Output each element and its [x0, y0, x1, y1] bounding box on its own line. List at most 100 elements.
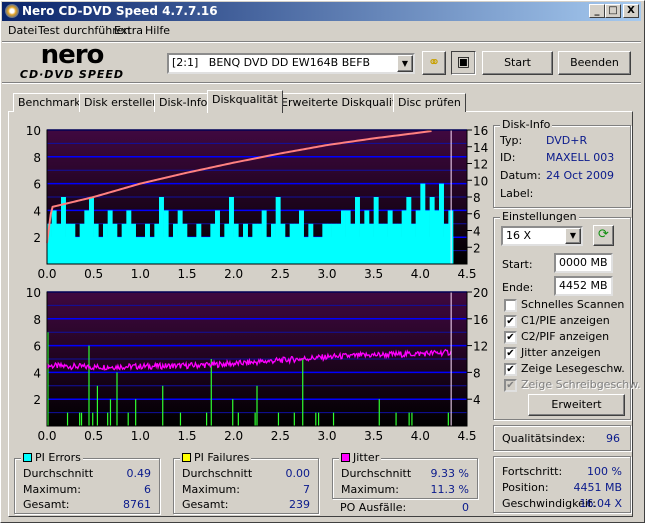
speed-select-value: 16 X	[506, 229, 532, 242]
eject-button[interactable]: ⚭	[422, 51, 446, 75]
y2-tick-label: 6	[473, 208, 481, 222]
y2-tick-label: 8	[473, 191, 481, 205]
checkbox[interactable]: ✔	[504, 363, 517, 376]
y-tick-label: 8	[33, 313, 41, 327]
speed-select[interactable]: 16 X ▼	[501, 226, 583, 246]
pif-total-value: 239	[289, 498, 310, 511]
quality-group: Qualitätsindex: 96	[493, 425, 631, 451]
maximize-button[interactable]: □	[605, 4, 621, 18]
id-value: MAXELL 003	[546, 151, 615, 164]
quality-label: Qualitätsindex:	[502, 432, 586, 445]
nero-logo: nero CD·DVD SPEED	[19, 40, 125, 81]
pi-error-bar	[359, 237, 365, 264]
pi-error-bar	[401, 237, 407, 264]
x-tick-label: 3.5	[364, 429, 383, 443]
label-label: Label:	[500, 187, 534, 200]
minimize-button[interactable]: _	[589, 4, 605, 18]
end-input[interactable]: 4452 MB	[554, 276, 613, 296]
checkbox-row[interactable]: ✔ C2/PIF anzeigen	[504, 330, 610, 344]
pi-error-bar	[313, 237, 318, 264]
checkbox[interactable]: ✔	[504, 331, 517, 344]
pi-error-bar	[336, 237, 342, 264]
x-tick-label: 0.5	[84, 429, 103, 443]
id-label: ID:	[500, 151, 516, 164]
checkbox-row[interactable]: ✔ Jitter anzeigen	[504, 346, 601, 360]
quit-button[interactable]: Beenden	[558, 51, 631, 75]
pi-error-bar	[177, 237, 183, 264]
menu-extra[interactable]: Extra	[114, 24, 143, 37]
y2-tick-label: 14	[473, 141, 488, 155]
jitter-avg-value: 9.33 %	[430, 467, 469, 480]
pi-error-bar	[61, 237, 66, 264]
checkbox-row[interactable]: ✔ C1/PIE anzeigen	[504, 314, 610, 328]
pi-error-bar	[294, 237, 300, 264]
pi-error-bar	[229, 237, 234, 264]
checkbox-label: Schnelles Scannen	[521, 298, 625, 311]
pif-avg-label: Durchschnitt	[182, 467, 253, 480]
x-tick-label: 3.5	[364, 267, 383, 281]
x-tick-label: 2.5	[271, 267, 290, 281]
checkbox[interactable]: ✔	[504, 347, 517, 360]
pi-error-bar	[289, 237, 295, 264]
tab-diskqualitaet[interactable]: Diskqualität	[207, 90, 283, 113]
y-tick-label: 10	[26, 286, 41, 300]
pi-error-bar	[215, 237, 220, 264]
checkbox-row[interactable]: ✔ Zeige Schreibgeschw.	[504, 378, 641, 392]
cyan-legend-icon	[23, 453, 32, 462]
tab-disk-erstellen[interactable]: Disk erstellen	[79, 93, 165, 112]
checkbox-row[interactable]: ✔ Zeige Lesegeschw.	[504, 362, 625, 376]
checkbox-label: Jitter anzeigen	[521, 346, 601, 359]
save-button[interactable]: ▣	[451, 51, 476, 75]
drive-select[interactable]: [2:1] BENQ DVD DD EW164B BEFB ▼	[167, 53, 415, 74]
checkbox-label: C2/PIF anzeigen	[521, 330, 610, 343]
refresh-button[interactable]: ⟳	[593, 225, 614, 246]
pie-max-value: 6	[144, 483, 151, 496]
close-button[interactable]: X	[623, 4, 639, 18]
checkbox-label: Zeige Schreibgeschw.	[521, 378, 641, 391]
menu-hilfe[interactable]: Hilfe	[145, 24, 170, 37]
pif-avg-value: 0.00	[285, 467, 311, 480]
x-tick-label: 1.5	[177, 267, 196, 281]
pi-error-bar	[201, 237, 206, 264]
y-tick-label: 6	[33, 340, 41, 354]
tab-disc-pruefen[interactable]: Disc prüfen	[393, 93, 466, 112]
y2-tick-label: 12	[473, 340, 488, 354]
menu-datei[interactable]: Datei	[8, 24, 37, 37]
pif-total-label: Gesamt:	[182, 498, 229, 511]
pi-error-bar	[247, 237, 253, 264]
tab-erweiterte-diskqualitaet[interactable]: Erweiterte Diskqualität	[276, 93, 413, 112]
start-input[interactable]: 0000 MB	[554, 253, 613, 273]
pi-error-bar	[425, 237, 430, 264]
checkbox[interactable]: ✔	[504, 379, 517, 392]
start-label: Start:	[502, 258, 533, 271]
checkbox[interactable]	[504, 299, 517, 312]
progress-label: Fortschritt:	[502, 465, 563, 478]
pi-error-bar	[327, 237, 332, 264]
pi-error-bar	[135, 237, 141, 264]
floppy-icon: ▣	[456, 54, 471, 70]
chevron-down-icon[interactable]: ▼	[397, 55, 413, 72]
pi-error-bar	[439, 237, 444, 264]
tab-disk-info[interactable]: Disk-Info	[154, 93, 213, 112]
type-label: Typ:	[500, 134, 523, 147]
pi-error-bar	[131, 237, 136, 264]
pie-total-value: 8761	[123, 498, 151, 511]
charts-area: 0.0 0.5 1.0 1.5 2.0 2.5 3.0 3.5 4.0 4.5 2 4 6 8 10 2 4 6 8…	[26, 124, 489, 443]
pi-error-bar	[238, 237, 244, 264]
pi-error-bar	[275, 237, 281, 264]
pi-error-bar	[93, 237, 99, 264]
advanced-button[interactable]: Erweitert	[528, 394, 625, 416]
y2-tick-label: 2	[473, 241, 481, 255]
pi-error-bar	[331, 237, 337, 264]
checkbox-row[interactable]: Schnelles Scannen	[504, 298, 625, 312]
pi-error-bar	[369, 237, 374, 264]
pi-error-bar	[233, 237, 239, 264]
start-button[interactable]: Start	[482, 51, 553, 75]
checkbox[interactable]: ✔	[504, 315, 517, 328]
date-value: 24 Oct 2009	[546, 169, 615, 182]
tab-benchmark[interactable]: Benchmark	[13, 93, 86, 112]
pi-error-bar	[392, 237, 398, 264]
pi-error-bar	[406, 237, 412, 264]
chevron-down-icon[interactable]: ▼	[565, 228, 581, 244]
pi-error-bar	[126, 237, 132, 264]
